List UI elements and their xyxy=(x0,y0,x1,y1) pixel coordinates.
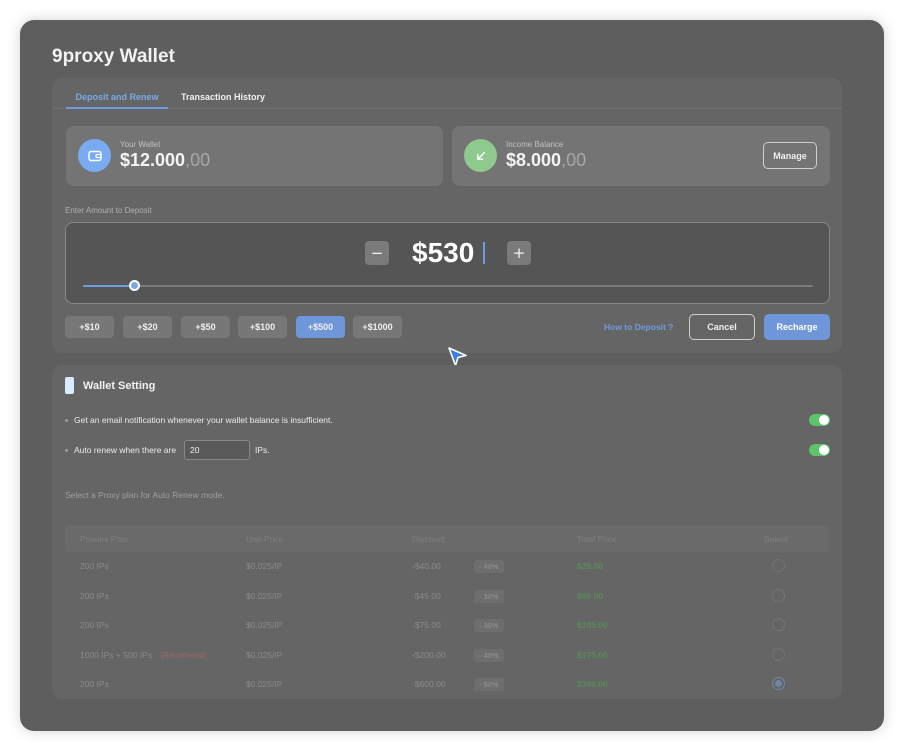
proxy-plan-table: Proxies Plan Unit-Price Discount Total P… xyxy=(65,525,830,700)
table-row[interactable]: 200 IPs $0.025/IP -$600.00 - 50% $300.00 xyxy=(65,670,830,700)
amount-slider-handle[interactable] xyxy=(129,280,141,291)
toggle-knob xyxy=(819,445,829,455)
total-price: $20.00 xyxy=(577,561,603,571)
income-balance-card: Income Balance $8.000,00 Manage xyxy=(452,126,830,186)
income-label: Income Balance xyxy=(506,140,564,149)
bullet-icon xyxy=(65,449,68,452)
discount-badge: - 50% xyxy=(474,678,504,691)
discount-badge: - 40% xyxy=(474,560,504,573)
header-discount: Discount xyxy=(412,534,446,544)
quick-amount-20-button[interactable]: +$20 xyxy=(123,316,172,338)
amount-slider-fill xyxy=(83,285,135,287)
discount-amount: -$200.00 xyxy=(412,649,446,660)
email-notification-label: Get an email notification whenever your … xyxy=(74,415,333,425)
header-select: Select xyxy=(764,534,788,544)
discount-amount: -$75.00 xyxy=(412,620,441,630)
plan-name: 200 IPs xyxy=(80,561,109,571)
plan-name: 1000 IPs + 500 IPs (Recomend) xyxy=(80,650,207,660)
bullet-icon xyxy=(65,419,68,422)
table-row[interactable]: 200 IPs $0.025/IP -$45.00 - 30% $60.00 xyxy=(65,582,830,612)
discount-amount: -$45.00 xyxy=(412,590,441,601)
toggle-knob xyxy=(819,415,829,425)
income-amount: $8.000,00 xyxy=(506,150,586,171)
tab-bar: Deposit and Renew Transaction History xyxy=(52,78,842,109)
decrease-amount-button[interactable]: − xyxy=(365,241,389,265)
auto-renew-suffix: IPs. xyxy=(255,445,270,455)
quick-amount-10-button[interactable]: +$10 xyxy=(65,316,114,338)
wallet-amount-cents: ,00 xyxy=(185,150,211,170)
plan-name: 200 IPs xyxy=(80,679,109,689)
table-row[interactable]: 200 IPs $0.025/IP -$40.00 - 40% $20.00 xyxy=(65,552,830,582)
unit-price: $0.025/IP xyxy=(246,620,283,630)
email-notification-toggle[interactable] xyxy=(809,414,830,426)
unit-price: $0.025/IP xyxy=(246,649,283,660)
plan-name-text: 1000 IPs + 500 IPs xyxy=(80,649,153,660)
plan-select-radio[interactable] xyxy=(772,559,785,572)
deposit-panel: Deposit and Renew Transaction History Yo… xyxy=(52,78,842,353)
manage-button[interactable]: Manage xyxy=(763,142,817,169)
header-total-price: Total Price xyxy=(577,534,617,544)
increase-amount-button[interactable]: + xyxy=(507,241,531,265)
quick-amount-50-button[interactable]: +$50 xyxy=(181,316,230,338)
discount-badge: - 30% xyxy=(474,619,504,632)
plan-select-radio[interactable] xyxy=(772,677,785,690)
quick-amount-1000-button[interactable]: +$1000 xyxy=(353,316,402,338)
unit-price: $0.025/IP xyxy=(246,590,283,601)
proxy-plan-hint: Select a Proxy plan for Auto Renew mode. xyxy=(65,490,225,500)
wallet-setting-title: Wallet Setting xyxy=(83,380,156,392)
header-unit-price: Unit-Price xyxy=(246,534,284,544)
total-price: $175.00 xyxy=(577,649,608,660)
unit-price: $0.025/IP xyxy=(246,679,283,689)
cancel-button[interactable]: Cancel xyxy=(689,314,755,340)
unit-price: $0.025/IP xyxy=(246,561,283,571)
plan-select-radio[interactable] xyxy=(772,588,785,602)
discount-badge: - 40% xyxy=(474,648,504,662)
income-amount-main: $8.000 xyxy=(506,150,562,170)
tab-deposit-and-renew[interactable]: Deposit and Renew xyxy=(66,92,168,109)
wallet-label: Your Wallet xyxy=(120,140,161,149)
table-row[interactable]: 1000 IPs + 500 IPs (Recomend) $0.025/IP -… xyxy=(65,641,830,671)
plan-name: 200 IPs xyxy=(80,620,109,630)
discount-amount: -$40.00 xyxy=(412,561,441,571)
discount-badge: - 30% xyxy=(474,589,504,603)
wallet-window: 9proxy Wallet Deposit and Renew Transact… xyxy=(20,20,884,731)
section-marker xyxy=(65,377,74,394)
wallet-icon xyxy=(78,139,111,172)
text-caret xyxy=(483,242,485,264)
auto-renew-toggle[interactable] xyxy=(809,444,830,456)
plan-name: 200 IPs xyxy=(80,590,109,601)
recommend-tag: (Recomend) xyxy=(160,649,207,660)
total-price: $105.00 xyxy=(577,620,608,630)
total-price: $300.00 xyxy=(577,679,608,689)
header-proxies-plan: Proxies Plan xyxy=(80,534,128,544)
table-header: Proxies Plan Unit-Price Discount Total P… xyxy=(65,525,830,552)
page-title: 9proxy Wallet xyxy=(52,46,175,67)
wallet-setting-panel: Wallet Setting Get an email notification… xyxy=(52,365,842,699)
recharge-button[interactable]: Recharge xyxy=(764,314,830,340)
table-row[interactable]: 200 IPs $0.025/IP -$75.00 - 30% $105.00 xyxy=(65,611,830,641)
wallet-amount: $12.000,00 xyxy=(120,150,210,171)
total-price: $60.00 xyxy=(577,590,603,601)
quick-amount-100-button[interactable]: +$100 xyxy=(238,316,287,338)
deposit-amount-box: − $530 + xyxy=(65,222,830,304)
plan-select-radio[interactable] xyxy=(772,647,785,661)
deposit-amount-value[interactable]: $530 xyxy=(412,237,474,269)
wallet-amount-main: $12.000 xyxy=(120,150,186,170)
auto-renew-threshold-input[interactable] xyxy=(184,440,250,460)
plan-select-radio[interactable] xyxy=(772,618,785,631)
arrow-down-left-icon xyxy=(464,139,497,172)
tab-transaction-history[interactable]: Transaction History xyxy=(181,92,265,102)
quick-amount-500-button[interactable]: +$500 xyxy=(296,316,345,338)
income-amount-cents: ,00 xyxy=(561,150,587,170)
deposit-amount-label: Enter Amount to Deposit xyxy=(65,206,152,215)
amount-slider-track[interactable] xyxy=(83,280,813,291)
wallet-balance-card: Your Wallet $12.000,00 xyxy=(66,126,443,186)
auto-renew-prefix: Auto renew when there are xyxy=(74,445,177,455)
how-to-deposit-link[interactable]: How to Deposit ? xyxy=(604,322,673,332)
discount-amount: -$600.00 xyxy=(412,679,446,689)
